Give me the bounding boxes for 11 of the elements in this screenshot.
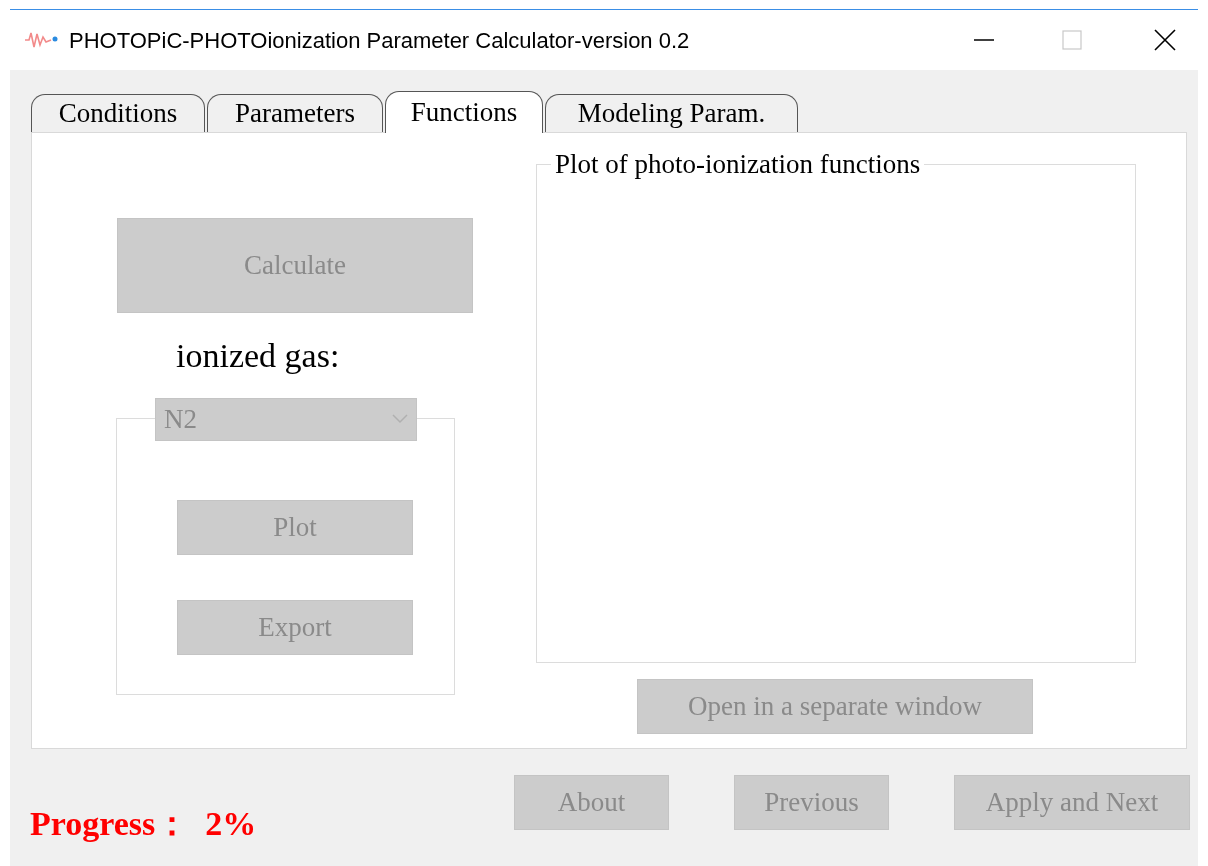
waveform-icon	[25, 31, 59, 49]
progress-label: Progress：	[30, 804, 190, 844]
chevron-down-icon	[392, 414, 408, 424]
tab[interactable]: Functions	[385, 91, 543, 133]
gas-label: ionized gas:	[176, 336, 340, 376]
tab[interactable]: Modeling Param.	[545, 94, 798, 132]
tab[interactable]: Parameters	[207, 94, 383, 132]
progress-value: 2%	[205, 804, 257, 844]
tab[interactable]: Conditions	[31, 94, 205, 132]
window-title: PHOTOPiC-PHOTOionization Parameter Calculator-version 0.2	[69, 26, 690, 55]
close-icon[interactable]	[1154, 29, 1176, 51]
